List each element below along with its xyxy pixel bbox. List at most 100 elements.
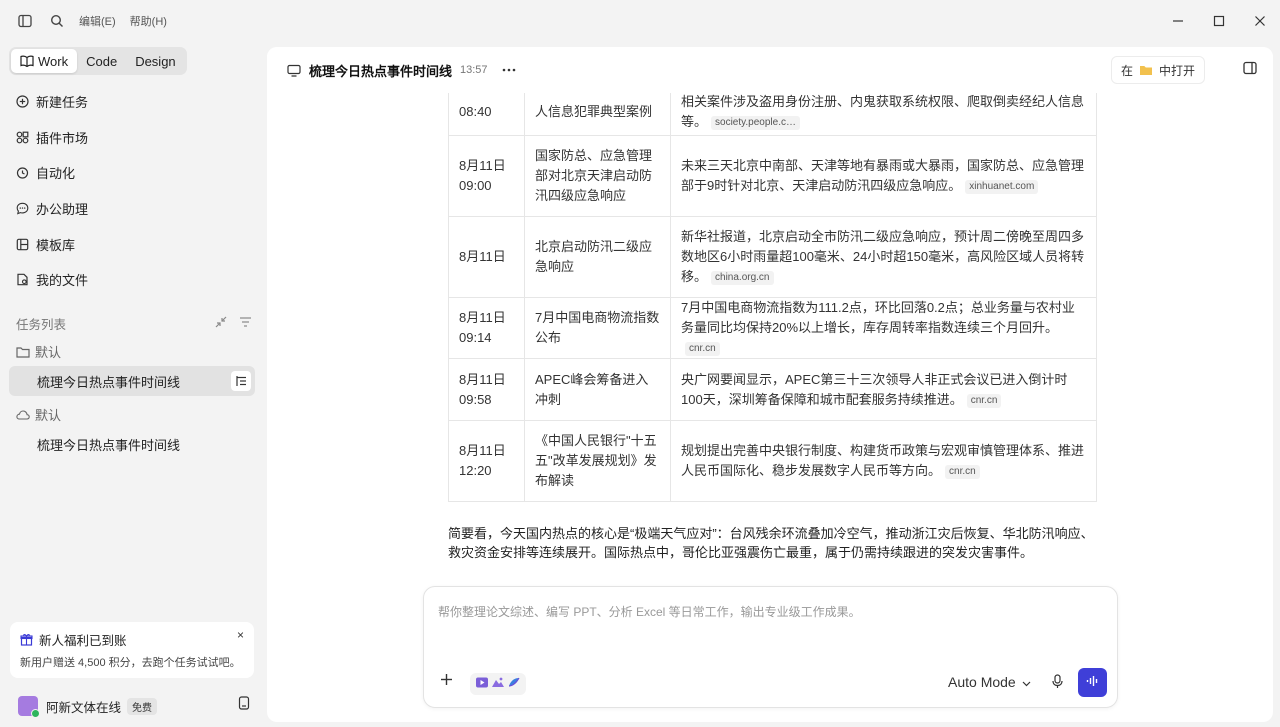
- folder-icon: [16, 346, 35, 358]
- promo-card: 新人福利已到账 新用户赠送 4,500 积分，去跑个任务试试吧。 ×: [10, 622, 254, 678]
- task-list-heading: 任务列表: [16, 314, 252, 333]
- chevron-down-icon: [1022, 674, 1031, 690]
- task-group-local[interactable]: 默认: [16, 342, 61, 361]
- nav-label: 模板库: [36, 237, 76, 253]
- task-outline-icon[interactable]: [231, 371, 251, 391]
- avatar[interactable]: [18, 696, 40, 718]
- nav-automation[interactable]: 自动化: [9, 155, 257, 191]
- template-icon: [16, 238, 36, 251]
- close-icon[interactable]: ×: [237, 628, 244, 642]
- task-group-cloud[interactable]: 默认: [16, 405, 61, 424]
- timestamp: 13:57: [460, 64, 488, 76]
- tab-design[interactable]: Design: [126, 49, 184, 73]
- user-profile[interactable]: 阿新文体在线 免费: [18, 694, 250, 718]
- media-tools[interactable]: [470, 673, 526, 695]
- cell-detail: 规划提出完善中央银行制度、构建货币政策与宏观审慎管理体系、推进人民币国际化、稳步…: [670, 420, 1097, 502]
- cell-time: 8月11日 09:58: [448, 358, 525, 421]
- gift-icon: [20, 633, 33, 646]
- menu-help[interactable]: 帮助(H): [130, 13, 167, 29]
- timeline-table: 08:40 人信息犯罪典型案例 相关案件涉及盗用身份注册、内鬼获取系统权限、爬取…: [448, 87, 1097, 502]
- nav-label: 我的文件: [36, 273, 89, 289]
- nav-templates[interactable]: 模板库: [9, 226, 257, 262]
- maximize-icon[interactable]: [1198, 0, 1239, 42]
- table-row: 8月11日 09:14 7月中国电商物流指数公布 7月中国电商物流指数为111.…: [448, 297, 1097, 359]
- monitor-icon: [287, 64, 301, 77]
- minimize-icon[interactable]: [1157, 0, 1198, 42]
- main-nav: 新建任务 插件市场 自动化 办公助理 模板库 我的文件: [9, 84, 257, 298]
- window-controls: [1157, 0, 1280, 42]
- voice-send-button[interactable]: [1078, 668, 1107, 697]
- cloud-icon: [16, 409, 35, 420]
- tab-design-label: Design: [135, 53, 176, 69]
- video-icon[interactable]: [475, 676, 489, 692]
- task-item[interactable]: 梳理今日热点事件时间线: [9, 366, 255, 396]
- page-title: 梳理今日热点事件时间线: [309, 63, 453, 79]
- open-in-label: 中打开: [1158, 63, 1195, 78]
- sidebar-toggle-icon[interactable]: [9, 0, 41, 42]
- nav-office-assistant[interactable]: 办公助理: [9, 191, 257, 227]
- brush-icon[interactable]: [507, 676, 521, 692]
- group-label: 默认: [35, 408, 62, 423]
- menu-edit[interactable]: 编辑(E): [79, 13, 116, 29]
- cell-event: 北京启动防汛二级应急响应: [524, 216, 671, 298]
- nav-label: 自动化: [36, 166, 76, 182]
- cell-event: APEC峰会筹备进入冲刺: [524, 358, 671, 421]
- waveform-icon: [1086, 675, 1099, 690]
- device-icon[interactable]: [238, 696, 250, 710]
- search-icon[interactable]: [41, 0, 73, 42]
- source-chip[interactable]: cnr.cn: [945, 465, 980, 479]
- nav-new-task[interactable]: 新建任务: [9, 84, 257, 120]
- alarm-clock-icon: [16, 166, 36, 180]
- source-chip[interactable]: xinhuanet.com: [965, 180, 1039, 194]
- table-row: 8月11日 12:20 《中国人民银行"十五五"改革发展规划》发布解读 规划提出…: [448, 420, 1097, 502]
- conversation-header: 梳理今日热点事件时间线 13:57 在 中打开: [267, 47, 1273, 93]
- nav-label: 插件市场: [36, 130, 89, 146]
- book-icon: [20, 55, 34, 67]
- more-options-icon[interactable]: [502, 68, 516, 72]
- promo-desc: 新用户赠送 4,500 积分，去跑个任务试试吧。: [20, 657, 241, 669]
- close-window-icon[interactable]: [1239, 0, 1280, 42]
- promo-title: 新人福利已到账: [39, 634, 127, 648]
- table-row: 08:40 人信息犯罪典型案例 相关案件涉及盗用身份注册、内鬼获取系统权限、爬取…: [448, 87, 1097, 136]
- cell-event: 国家防总、应急管理部对北京天津启动防汛四级应急响应: [524, 135, 671, 217]
- plan-badge: 免费: [127, 697, 158, 715]
- table-row: 8月11日 09:58 APEC峰会筹备进入冲刺 央广网要闻显示，APEC第三十…: [448, 358, 1097, 421]
- cell-time: 8月11日: [448, 216, 525, 298]
- source-chip[interactable]: cnr.cn: [966, 393, 1002, 408]
- mode-selector[interactable]: Auto Mode: [948, 674, 1031, 690]
- nav-label: 新建任务: [36, 95, 89, 111]
- cell-time: 08:40: [448, 87, 525, 136]
- file-icon: [16, 273, 36, 286]
- add-attachment-icon[interactable]: [440, 673, 453, 686]
- source-chip[interactable]: china.org.cn: [711, 271, 774, 285]
- cell-event: 7月中国电商物流指数公布: [524, 297, 671, 359]
- cell-detail: 未来三天北京中南部、天津等地有暴雨或大暴雨，国家防总、应急管理部于9时针对北京、…: [670, 135, 1097, 217]
- table-row: 8月11日 北京启动防汛二级应急响应 新华社报道，北京启动全市防汛二级应急响应，…: [448, 216, 1097, 298]
- mode-label: Auto Mode: [948, 674, 1016, 690]
- open-in-folder-button[interactable]: 在 中打开: [1110, 56, 1205, 84]
- nav-plugin-market[interactable]: 插件市场: [9, 120, 257, 156]
- tab-code[interactable]: Code: [77, 49, 126, 73]
- collapse-icon[interactable]: [215, 316, 227, 331]
- detail-text: 7月中国电商物流指数为111.2点，环比回落0.2点；总业务量与农村业务量同比均…: [681, 300, 1075, 335]
- cell-event: 人信息犯罪典型案例: [524, 87, 671, 136]
- source-chip[interactable]: cnr.cn: [685, 342, 720, 356]
- tab-work[interactable]: Work: [11, 49, 78, 73]
- cell-detail: 7月中国电商物流指数为111.2点，环比回落0.2点；总业务量与农村业务量同比均…: [670, 297, 1097, 359]
- folder-icon: [1139, 64, 1153, 76]
- task-item[interactable]: 梳理今日热点事件时间线: [9, 429, 255, 459]
- nav-label: 办公助理: [36, 202, 89, 218]
- panel-toggle-icon[interactable]: [1243, 61, 1257, 75]
- sidebar: Work Code Design 新建任务 插件市场 自动化 办公助理 模板库 …: [0, 42, 266, 727]
- prompt-input[interactable]: 帮你整理论文综述、编写 PPT、分析 Excel 等日常工作，输出专业级工作成果…: [438, 603, 861, 620]
- summary-paragraph: 简要看，今天国内热点的核心是“极端天气应对”：台风残余环流叠加冷空气，推动浙江灾…: [448, 526, 1094, 560]
- nav-my-files[interactable]: 我的文件: [9, 262, 257, 298]
- filter-icon[interactable]: [239, 316, 252, 331]
- microphone-icon[interactable]: [1052, 674, 1063, 689]
- cell-time: 8月11日 12:20: [448, 420, 525, 502]
- user-name: 阿新文体在线: [46, 700, 122, 715]
- task-title: 梳理今日热点事件时间线: [37, 374, 181, 390]
- source-chip[interactable]: society.people.c…: [711, 115, 800, 130]
- image-icon[interactable]: [491, 676, 505, 692]
- cell-time: 8月11日 09:00: [448, 135, 525, 217]
